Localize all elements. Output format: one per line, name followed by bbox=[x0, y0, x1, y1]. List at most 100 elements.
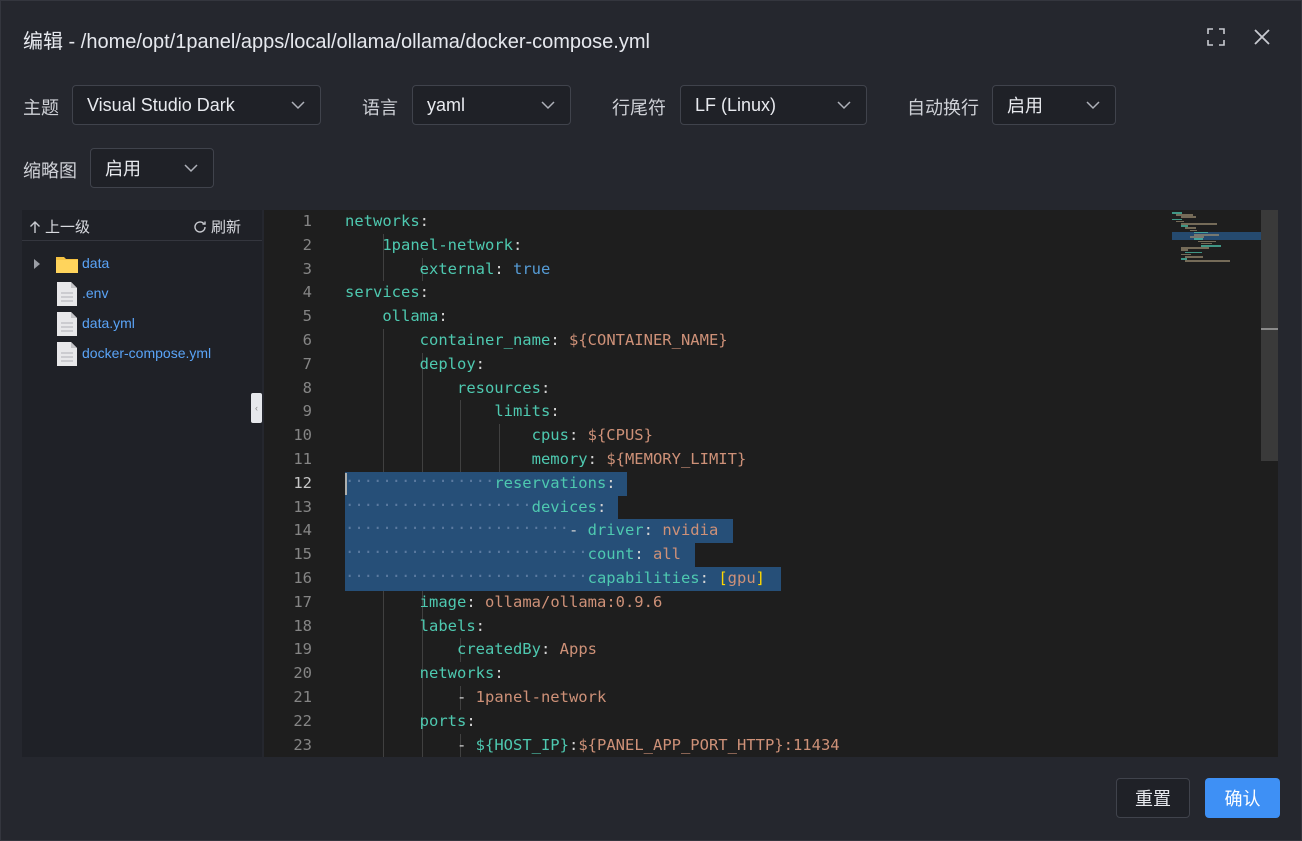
minimap-label: 缩略图 bbox=[23, 161, 77, 181]
line-number: 20 bbox=[293, 664, 312, 683]
line-number: 12 bbox=[293, 473, 312, 492]
line-number: 17 bbox=[293, 592, 312, 611]
line-number: 11 bbox=[293, 450, 312, 468]
chevron-down-icon bbox=[1086, 101, 1100, 110]
code-line: memory: ${MEMORY_LIMIT} bbox=[531, 450, 747, 468]
eol-label: 行尾符 bbox=[612, 98, 666, 118]
text-cursor bbox=[345, 472, 347, 495]
code-line: ports: bbox=[419, 711, 476, 730]
tree-item-data-yml[interactable]: data.yml bbox=[22, 310, 262, 338]
line-number: 19 bbox=[293, 640, 312, 659]
code-line: reservations: bbox=[494, 473, 616, 492]
tree-item-label: data.yml bbox=[82, 315, 135, 331]
confirm-button[interactable]: 确认 bbox=[1205, 778, 1280, 818]
code-line: deploy: bbox=[419, 354, 485, 373]
code-line: container_name: ${CONTAINER_NAME} bbox=[419, 331, 728, 349]
line-number: 18 bbox=[293, 616, 312, 635]
line-number: 21 bbox=[293, 688, 312, 706]
code-editor[interactable]: 1 networks: 2 1panel-network: 3 external: t… bbox=[264, 210, 1278, 757]
line-number: 2 bbox=[302, 235, 312, 254]
line-number: 7 bbox=[302, 354, 312, 373]
language-value: yaml bbox=[427, 94, 466, 115]
line-number: 22 bbox=[293, 711, 312, 730]
reset-button[interactable]: 重置 bbox=[1116, 778, 1190, 818]
code-line: networks: bbox=[419, 664, 504, 683]
tree-item-label: .env bbox=[82, 285, 109, 301]
line-number: 15 bbox=[293, 545, 312, 564]
refresh-label: 刷新 bbox=[211, 219, 242, 236]
go-up-label: 上一级 bbox=[45, 219, 91, 236]
arrow-up-icon bbox=[30, 220, 40, 233]
line-number: 4 bbox=[302, 283, 312, 302]
caret-right-icon[interactable] bbox=[34, 259, 40, 269]
editor-scrollbar[interactable] bbox=[1261, 210, 1278, 461]
code-line: ollama: bbox=[382, 307, 448, 326]
code-line: external: true bbox=[419, 259, 551, 278]
code-line: networks: bbox=[345, 212, 429, 230]
line-number: 23 bbox=[293, 735, 312, 754]
file-icon bbox=[57, 282, 77, 306]
tree-item-label: data bbox=[82, 255, 110, 271]
code-line: - driver: nvidia bbox=[568, 521, 719, 540]
folder-icon bbox=[56, 257, 78, 273]
chevron-down-icon bbox=[837, 101, 851, 110]
language-label: 语言 bbox=[362, 98, 398, 118]
code-line: resources: bbox=[456, 378, 551, 397]
line-number: 6 bbox=[302, 331, 312, 349]
file-icon bbox=[57, 312, 77, 336]
minimap[interactable] bbox=[1172, 210, 1262, 270]
close-icon[interactable] bbox=[1250, 25, 1274, 49]
code-line: cpus: ${CPUS} bbox=[531, 426, 653, 445]
minimap-value: 启用 bbox=[105, 159, 141, 179]
eol-value: LF (Linux) bbox=[695, 94, 777, 115]
line-number: 1 bbox=[302, 212, 312, 230]
language-select[interactable]: yaml bbox=[412, 85, 571, 125]
code-line: 1panel-network: bbox=[382, 235, 523, 254]
wordwrap-value: 启用 bbox=[1007, 96, 1043, 116]
theme-select[interactable]: Visual Studio Dark bbox=[72, 85, 321, 125]
eol-select[interactable]: LF (Linux) bbox=[680, 85, 867, 125]
code-line: limits: bbox=[494, 402, 560, 421]
refresh-button[interactable]: 刷新 bbox=[193, 216, 241, 237]
file-tree-header: 上一级 刷新 bbox=[22, 210, 262, 241]
chevron-down-icon bbox=[541, 101, 555, 110]
code-line: capabilities: [gpu] bbox=[587, 569, 765, 587]
tree-item-docker-compose[interactable]: docker-compose.yml bbox=[22, 340, 262, 368]
tree-item-env[interactable]: .env bbox=[22, 280, 262, 308]
minimap-line bbox=[1180, 216, 1197, 218]
chevron-down-icon bbox=[291, 101, 305, 110]
line-number: 10 bbox=[293, 426, 312, 445]
collapse-tree-handle[interactable]: ‹ bbox=[251, 393, 262, 423]
fullscreen-icon[interactable] bbox=[1204, 25, 1228, 49]
line-number: 8 bbox=[302, 378, 312, 397]
minimap-line bbox=[1185, 256, 1203, 258]
scrollbar-marker bbox=[1261, 328, 1278, 330]
editor-dialog: 编辑 - /home/opt/1panel/apps/local/ollama/… bbox=[0, 0, 1302, 841]
code-line: count: all bbox=[587, 545, 681, 564]
line-number: 14 bbox=[293, 521, 312, 540]
code-line: labels: bbox=[419, 616, 485, 635]
line-number: 5 bbox=[302, 307, 312, 326]
line-number: 9 bbox=[302, 402, 312, 421]
chevron-down-icon bbox=[184, 164, 198, 173]
refresh-icon bbox=[194, 220, 206, 233]
file-icon bbox=[57, 342, 77, 366]
dialog-title: 编辑 - /home/opt/1panel/apps/local/ollama/… bbox=[23, 31, 650, 53]
code-line: - ${HOST_IP}:${PANEL_APP_PORT_HTTP}:1143… bbox=[456, 735, 840, 754]
code-line: devices: bbox=[531, 497, 607, 516]
wordwrap-select[interactable]: 启用 bbox=[992, 85, 1116, 125]
theme-value: Visual Studio Dark bbox=[87, 94, 235, 115]
line-number: 3 bbox=[302, 259, 312, 278]
code-line: createdBy: Apps bbox=[456, 640, 597, 659]
go-up-button[interactable]: 上一级 bbox=[29, 216, 90, 237]
file-tree: 上一级 刷新 data .env data.yml docker-compose… bbox=[22, 210, 262, 757]
minimap-line bbox=[1185, 260, 1231, 262]
code-line: - 1panel-network bbox=[456, 688, 607, 706]
line-number: 13 bbox=[293, 497, 312, 516]
tree-item-label: docker-compose.yml bbox=[82, 345, 212, 361]
tree-item-data[interactable]: data bbox=[22, 250, 262, 278]
line-number: 16 bbox=[293, 569, 312, 587]
code-line: services: bbox=[345, 283, 429, 302]
theme-label: 主题 bbox=[23, 98, 59, 118]
minimap-select[interactable]: 启用 bbox=[90, 148, 214, 188]
